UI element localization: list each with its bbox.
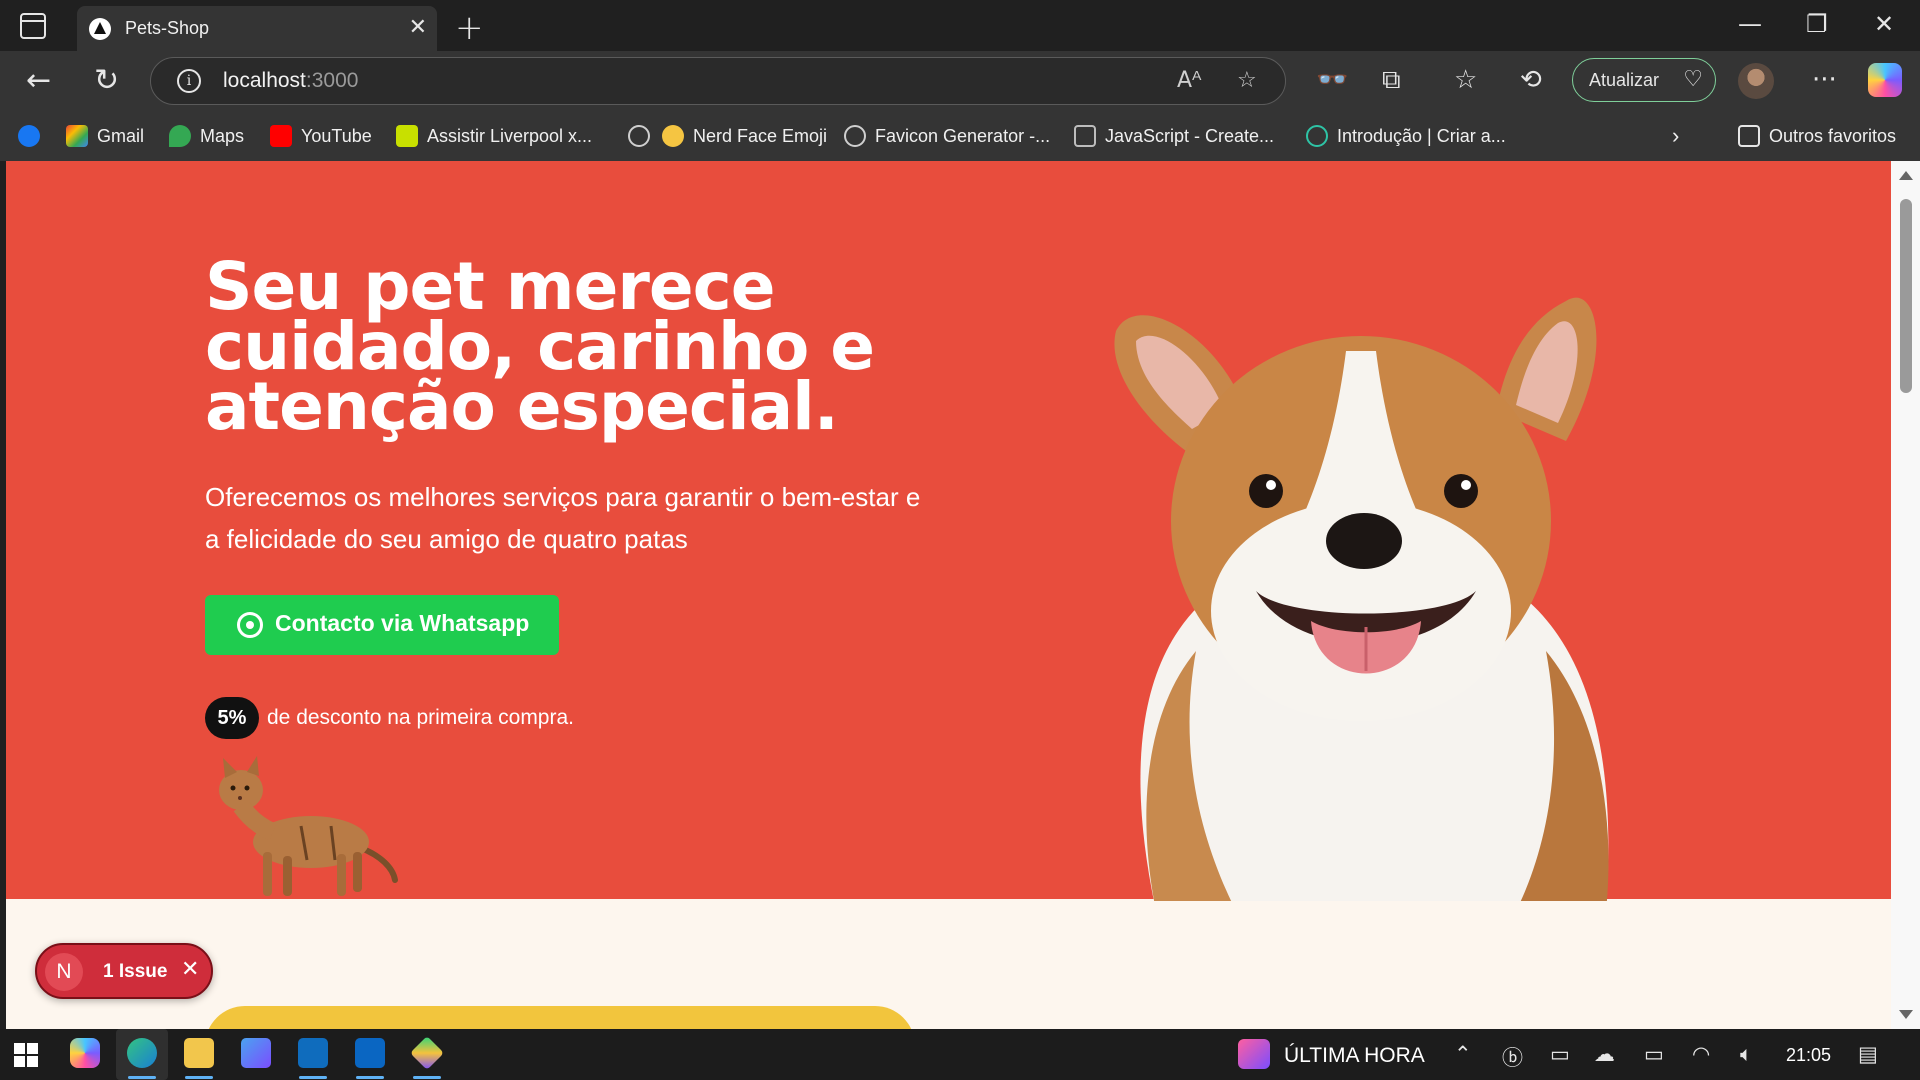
language-icon[interactable]: ⓑ bbox=[1502, 1042, 1523, 1072]
refresh-icon[interactable]: ↻ bbox=[94, 63, 119, 98]
bookmark-gmail[interactable]: Gmail bbox=[66, 123, 144, 149]
bookmark-globe[interactable] bbox=[628, 123, 659, 149]
close-tab-icon[interactable]: ✕ bbox=[409, 15, 427, 40]
javascript-icon bbox=[1074, 125, 1096, 147]
bookmark-nerd-face-emoji[interactable]: Nerd Face Emoji bbox=[662, 123, 827, 149]
bookmark-introducao[interactable]: Introdução | Criar a... bbox=[1306, 123, 1506, 149]
close-issues-icon[interactable]: ✕ bbox=[181, 957, 199, 982]
folder-icon bbox=[1738, 125, 1760, 147]
windows-taskbar: ÚLTIMA HORA ⌃ ⓑ ▭ ☁ ▭ ◠ 🔈︎ 21:05 ▤ bbox=[0, 1029, 1920, 1080]
extensions-icon[interactable]: ⧉ bbox=[1382, 65, 1401, 96]
address-bar[interactable]: i localhost:3000 Aᴬ ☆ bbox=[150, 57, 1286, 105]
battery-icon[interactable]: ▭ bbox=[1644, 1042, 1664, 1066]
scroll-up-icon[interactable] bbox=[1899, 171, 1913, 180]
restore-button[interactable]: ❐ bbox=[1806, 10, 1828, 38]
file-explorer-icon[interactable] bbox=[184, 1038, 214, 1068]
hero-title: Seu pet merece cuidado, carinho e atençã… bbox=[205, 248, 875, 445]
update-button[interactable]: Atualizar ♡ bbox=[1572, 58, 1716, 102]
health-heart-icon: ♡ bbox=[1683, 67, 1703, 92]
chevron-up-icon[interactable]: ⌃ bbox=[1454, 1042, 1472, 1066]
nextjs-logo-icon: N bbox=[45, 953, 83, 991]
youtube-icon bbox=[270, 125, 292, 147]
outlook-icon[interactable] bbox=[298, 1038, 328, 1068]
page-viewport: Seu pet merece cuidado, carinho e atençã… bbox=[6, 161, 1891, 1029]
profile-avatar[interactable] bbox=[1738, 63, 1774, 99]
windows-start-icon[interactable] bbox=[14, 1043, 38, 1067]
copilot-taskbar-icon[interactable] bbox=[70, 1038, 100, 1068]
gmail-icon bbox=[66, 125, 88, 147]
volume-icon[interactable]: 🔈︎ bbox=[1740, 1042, 1753, 1067]
read-aloud-icon[interactable]: Aᴬ bbox=[1177, 68, 1202, 93]
active-app-indicator bbox=[128, 1076, 156, 1079]
site-favicon-icon bbox=[89, 18, 111, 40]
edge-taskbar-icon[interactable] bbox=[127, 1038, 157, 1068]
news-widget-label[interactable]: ÚLTIMA HORA bbox=[1284, 1044, 1425, 1068]
nerd-face-icon bbox=[662, 125, 684, 147]
back-arrow-icon[interactable]: ← bbox=[26, 63, 51, 98]
bookmark-outros-favoritos[interactable]: Outros favoritos bbox=[1738, 123, 1896, 149]
chevron-right-icon[interactable]: › bbox=[1672, 123, 1679, 149]
meet-now-icon[interactable]: ▭ bbox=[1550, 1042, 1570, 1066]
bookmark-liverpool[interactable]: Assistir Liverpool x... bbox=[396, 123, 592, 149]
issues-count-label: 1 Issue bbox=[103, 961, 168, 982]
running-app-indicator bbox=[413, 1076, 441, 1079]
minimize-button[interactable]: — bbox=[1738, 10, 1762, 38]
wifi-icon[interactable]: ◠ bbox=[1692, 1042, 1710, 1066]
maps-icon bbox=[169, 125, 191, 147]
linkedin-icon[interactable] bbox=[355, 1038, 385, 1068]
more-options-icon[interactable]: ··· bbox=[1812, 65, 1837, 95]
discount-promo: 5% de desconto na primeira compra. bbox=[205, 697, 574, 739]
update-label: Atualizar bbox=[1589, 70, 1660, 90]
git-client-icon[interactable] bbox=[410, 1036, 444, 1070]
clock-time[interactable]: 21:05 bbox=[1786, 1045, 1831, 1066]
bookmark-javascript[interactable]: JavaScript - Create... bbox=[1074, 123, 1274, 149]
favorite-star-icon[interactable]: ☆ bbox=[1237, 68, 1257, 93]
globe-icon bbox=[844, 125, 866, 147]
tab-actions-icon[interactable] bbox=[20, 13, 46, 39]
browser-essentials-icon[interactable]: 👓 bbox=[1316, 65, 1348, 95]
running-app-indicator bbox=[356, 1076, 384, 1079]
running-app-indicator bbox=[299, 1076, 327, 1079]
bookmark-maps[interactable]: Maps bbox=[169, 123, 244, 149]
microsoft-store-icon[interactable] bbox=[241, 1038, 271, 1068]
scroll-thumb[interactable] bbox=[1900, 199, 1912, 393]
futemax-icon bbox=[396, 125, 418, 147]
notifications-icon[interactable]: ▤ bbox=[1858, 1042, 1878, 1066]
scroll-down-icon[interactable] bbox=[1899, 1010, 1913, 1019]
whatsapp-contact-button[interactable]: Contacto via Whatsapp bbox=[205, 595, 559, 655]
whatsapp-icon bbox=[237, 612, 263, 638]
yellow-card-top bbox=[205, 1006, 915, 1029]
cat-image bbox=[219, 756, 398, 896]
news-widget-icon[interactable] bbox=[1238, 1039, 1270, 1069]
discount-text: de desconto na primeira compra. bbox=[267, 706, 574, 729]
browser-title-bar: Pets-Shop ✕ + — ❐ ✕ bbox=[0, 0, 1920, 51]
globe-icon bbox=[628, 125, 650, 147]
bookmark-favicon-generator[interactable]: Favicon Generator -... bbox=[844, 123, 1050, 149]
bookmarks-bar: Gmail Maps YouTube Assistir Liverpool x.… bbox=[0, 111, 1920, 161]
dev-issues-badge[interactable]: N 1 Issue ✕ bbox=[35, 943, 213, 999]
browser-toolbar: ← ↻ i localhost:3000 Aᴬ ☆ 👓 ⧉ ☆ ⟲ Atuali… bbox=[0, 51, 1920, 111]
copilot-icon[interactable] bbox=[1868, 63, 1902, 97]
bookmark-youtube[interactable]: YouTube bbox=[270, 123, 372, 149]
history-icon[interactable]: ⟲ bbox=[1520, 65, 1542, 95]
hero-section: Seu pet merece cuidado, carinho e atençã… bbox=[6, 161, 1891, 901]
page-scrollbar[interactable] bbox=[1891, 161, 1920, 1029]
discount-badge: 5% bbox=[205, 697, 259, 739]
corgi-dog-image bbox=[1114, 297, 1609, 901]
onedrive-icon[interactable]: ☁ bbox=[1594, 1042, 1615, 1066]
tab-title: Pets-Shop bbox=[125, 18, 210, 38]
running-app-indicator bbox=[185, 1076, 213, 1079]
hero-subtitle: Oferecemos os melhores serviços para gar… bbox=[205, 482, 921, 554]
whatsapp-button-label: Contacto via Whatsapp bbox=[275, 610, 530, 636]
tab-pets-shop[interactable]: Pets-Shop ✕ bbox=[77, 6, 437, 51]
close-window-button[interactable]: ✕ bbox=[1874, 10, 1894, 38]
react-icon bbox=[1306, 125, 1328, 147]
bookmark-facebook[interactable] bbox=[18, 123, 49, 149]
facebook-icon bbox=[18, 125, 40, 147]
new-tab-button[interactable]: + bbox=[455, 8, 484, 48]
url-text[interactable]: localhost:3000 bbox=[223, 69, 358, 93]
site-info-icon[interactable]: i bbox=[177, 69, 201, 93]
favorites-icon[interactable]: ☆ bbox=[1454, 65, 1477, 95]
